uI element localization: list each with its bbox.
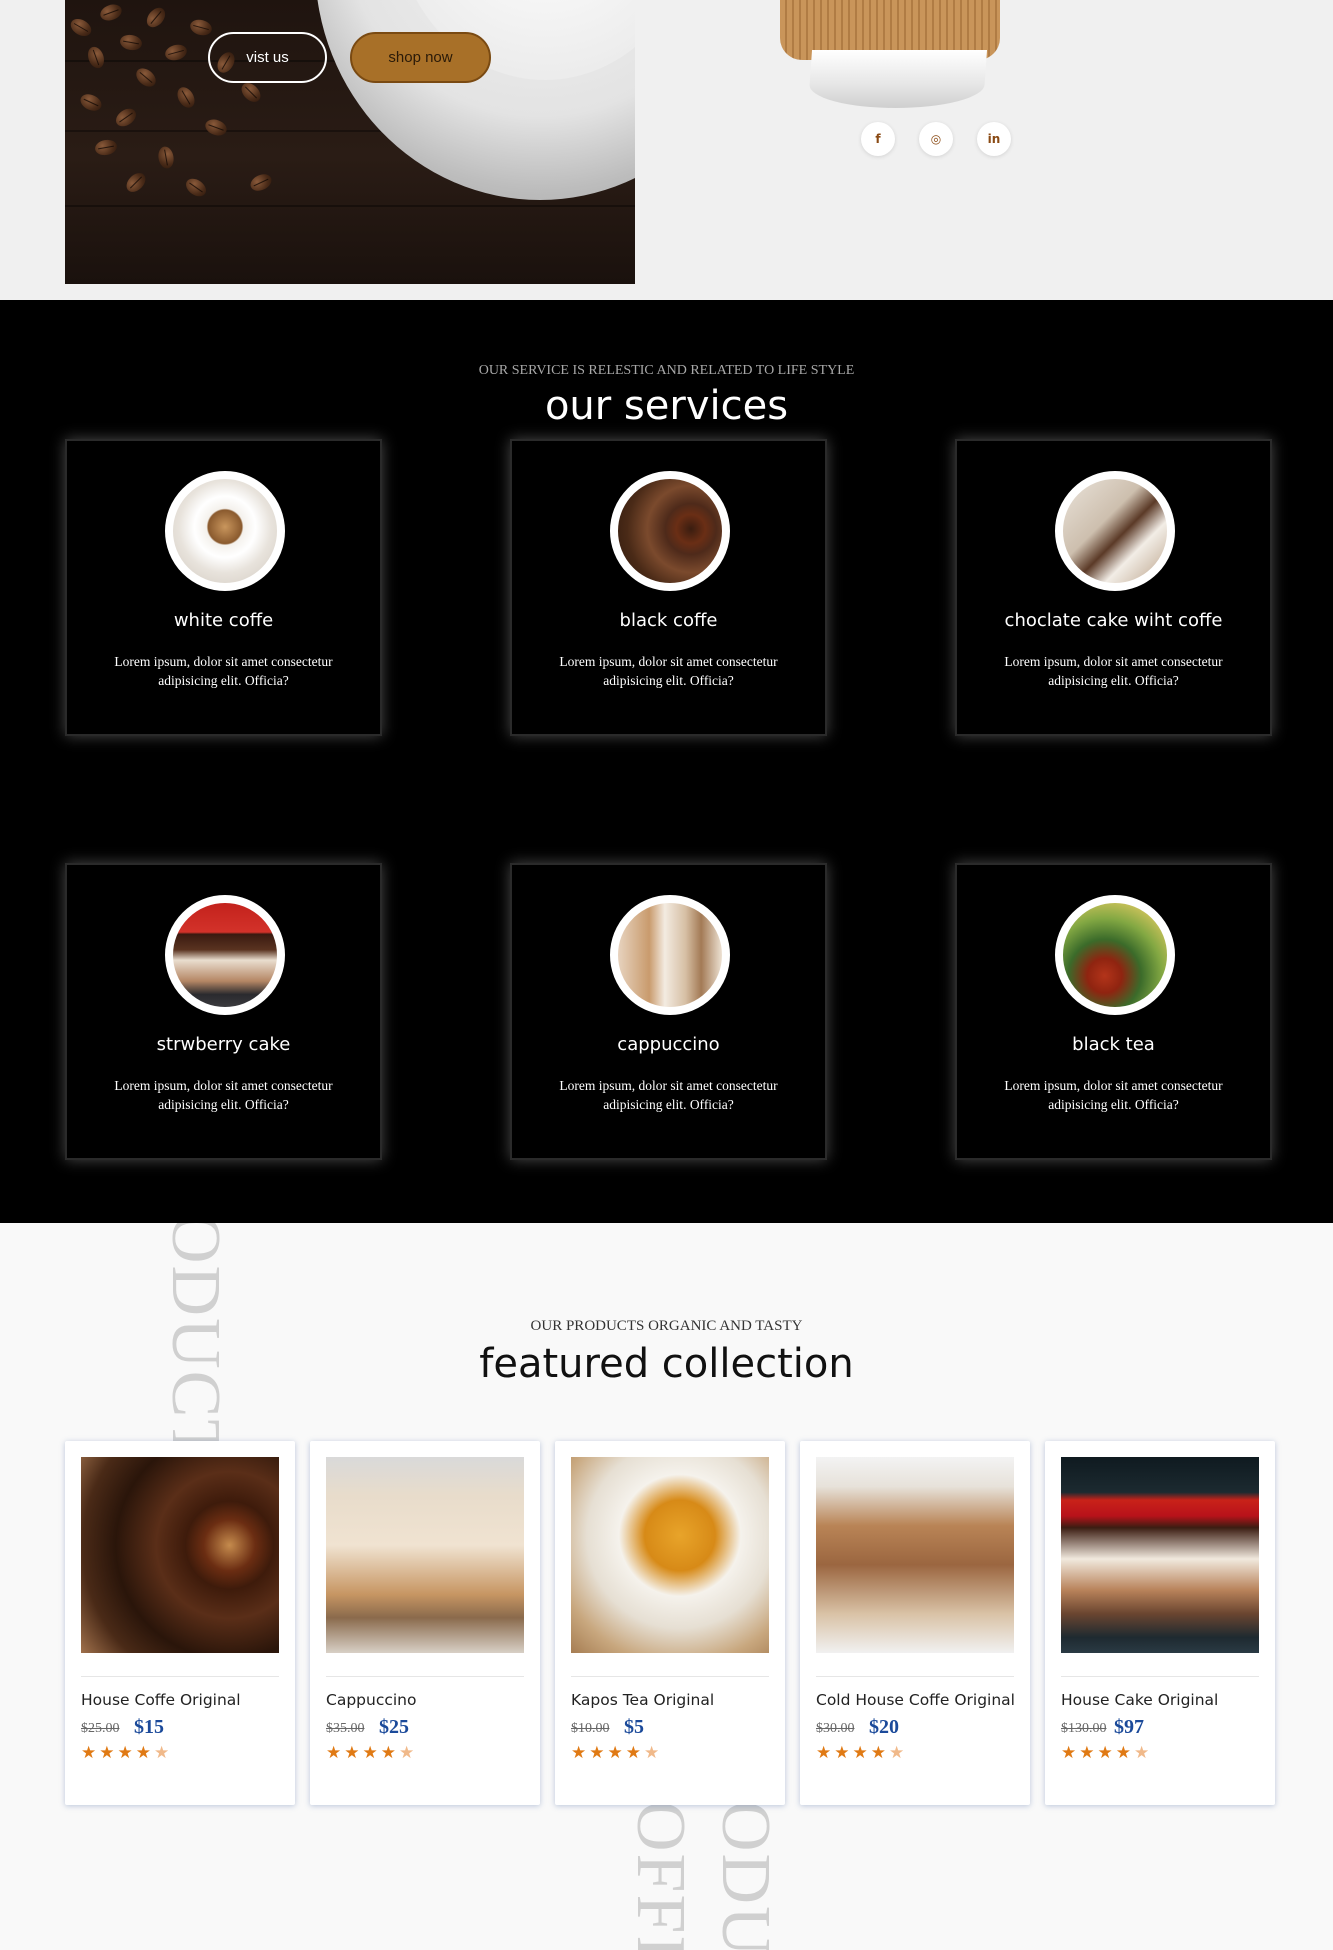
product-old-price: $35.00 bbox=[326, 1721, 365, 1736]
product-name: Kapos Tea Original bbox=[571, 1691, 715, 1709]
product-image bbox=[816, 1457, 1014, 1653]
product-old-price: $130.00 bbox=[1061, 1721, 1107, 1736]
service-image-white-coffee bbox=[165, 471, 285, 591]
rating-stars: ★★★★★ bbox=[1061, 1743, 1153, 1763]
service-description: Lorem ipsum, dolor sit amet consectetur … bbox=[114, 654, 333, 688]
service-description: Lorem ipsum, dolor sit amet consectetur … bbox=[114, 1078, 333, 1112]
rating-stars: ★★★★★ bbox=[326, 1743, 418, 1763]
service-image-chocolate-cake bbox=[1055, 471, 1175, 591]
services-section: OUR SERVICE IS RELESTIC AND RELATED TO L… bbox=[0, 300, 1333, 1223]
product-price: $20 bbox=[869, 1716, 899, 1738]
product-old-price: $30.00 bbox=[816, 1721, 855, 1736]
service-card[interactable]: black coffe Lorem ipsum, dolor sit amet … bbox=[510, 439, 827, 736]
product-image bbox=[81, 1457, 279, 1653]
visit-us-button[interactable]: vist us bbox=[208, 32, 327, 83]
service-card[interactable]: choclate cake wiht coffe Lorem ipsum, do… bbox=[955, 439, 1272, 736]
facebook-icon[interactable]: f bbox=[861, 122, 895, 156]
service-name: black coffe bbox=[619, 610, 718, 631]
service-name: cappuccino bbox=[617, 1034, 720, 1055]
product-name: House Cake Original bbox=[1061, 1691, 1219, 1709]
product-name: Cappuccino bbox=[326, 1691, 417, 1709]
service-description: Lorem ipsum, dolor sit amet consectetur … bbox=[1004, 654, 1223, 688]
service-card[interactable]: white coffe Lorem ipsum, dolor sit amet … bbox=[65, 439, 382, 736]
product-card[interactable]: Cappuccino $35.00 $25 ★★★★★ bbox=[310, 1441, 540, 1805]
product-old-price: $10.00 bbox=[571, 1721, 610, 1736]
featured-title: featured collection bbox=[479, 1341, 854, 1387]
instagram-icon[interactable]: ◎ bbox=[919, 122, 953, 156]
service-name: strwberry cake bbox=[156, 1034, 291, 1055]
featured-subtitle: OUR PRODUCTS ORGANIC AND TASTY bbox=[530, 1318, 803, 1334]
product-image bbox=[1061, 1457, 1259, 1653]
shop-now-button[interactable]: shop now bbox=[350, 32, 491, 83]
watermark-text: OFFI bbox=[622, 1801, 699, 1950]
product-name: Cold House Coffe Original bbox=[816, 1691, 1015, 1709]
service-card[interactable]: cappuccino Lorem ipsum, dolor sit amet c… bbox=[510, 863, 827, 1160]
service-image-black-tea bbox=[1055, 895, 1175, 1015]
product-card[interactable]: House Coffe Original $25.00 $15 ★★★★★ bbox=[65, 1441, 295, 1805]
product-price: $25 bbox=[379, 1716, 409, 1738]
service-image-cappuccino bbox=[610, 895, 730, 1015]
rating-stars: ★★★★★ bbox=[571, 1743, 663, 1763]
service-description: Lorem ipsum, dolor sit amet consectetur … bbox=[559, 654, 778, 688]
service-description: Lorem ipsum, dolor sit amet consectetur … bbox=[559, 1078, 778, 1112]
service-name: white coffe bbox=[173, 610, 274, 631]
product-image bbox=[326, 1457, 524, 1653]
product-name: House Coffe Original bbox=[81, 1691, 241, 1709]
product-price: $5 bbox=[624, 1716, 644, 1738]
rating-stars: ★★★★★ bbox=[81, 1743, 173, 1763]
services-subtitle: OUR SERVICE IS RELESTIC AND RELATED TO L… bbox=[478, 363, 855, 378]
services-title: our services bbox=[544, 383, 789, 429]
service-card[interactable]: black tea Lorem ipsum, dolor sit amet co… bbox=[955, 863, 1272, 1160]
service-image-black-coffee bbox=[610, 471, 730, 591]
product-image bbox=[571, 1457, 769, 1653]
linkedin-icon[interactable]: in bbox=[977, 122, 1011, 156]
service-name: choclate cake wiht coffe bbox=[1004, 610, 1223, 631]
service-description: Lorem ipsum, dolor sit amet consectetur … bbox=[1004, 1078, 1223, 1112]
product-card[interactable]: Cold House Coffe Original $30.00 $20 ★★★… bbox=[800, 1441, 1030, 1805]
product-price: $97 bbox=[1114, 1716, 1144, 1738]
product-old-price: $25.00 bbox=[81, 1721, 120, 1736]
service-card[interactable]: strwberry cake Lorem ipsum, dolor sit am… bbox=[65, 863, 382, 1160]
watermark-text: ODUC bbox=[707, 1801, 784, 1950]
product-price: $15 bbox=[134, 1716, 164, 1738]
coffee-cup-image bbox=[770, 0, 1010, 130]
rating-stars: ★★★★★ bbox=[816, 1743, 908, 1763]
service-name: black tea bbox=[1072, 1034, 1155, 1055]
product-card[interactable]: House Cake Original $130.00 $97 ★★★★★ bbox=[1045, 1441, 1275, 1805]
service-image-strawberry-cake bbox=[165, 895, 285, 1015]
featured-section: ODUCT OFFI ODUC OUR PRODUCTS ORGANIC AND… bbox=[0, 1223, 1333, 1950]
hero-coffee-image bbox=[65, 0, 635, 284]
hero-section: vist us shop now f ◎ in bbox=[0, 0, 1333, 300]
product-card[interactable]: Kapos Tea Original $10.00 $5 ★★★★★ bbox=[555, 1441, 785, 1805]
